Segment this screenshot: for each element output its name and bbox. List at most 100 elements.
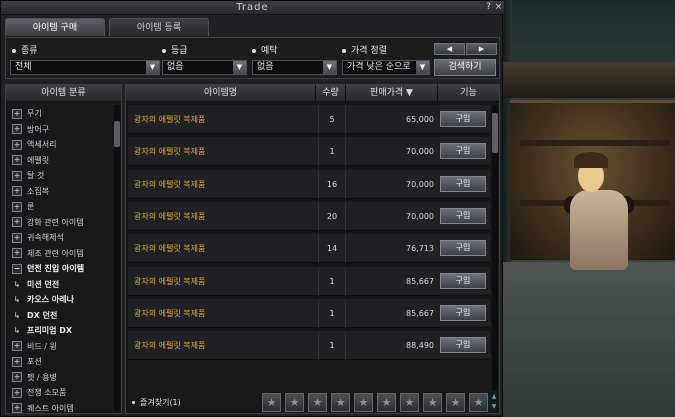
category-item[interactable]: ↳ DX 던전 <box>8 309 112 323</box>
expand-icon[interactable]: + <box>12 372 22 382</box>
table-row[interactable]: 광자의 에펠릿 복제품 16 70,000 구입 <box>128 169 490 199</box>
sort-select[interactable]: 가격 낮은 순으로 ▼ <box>342 60 430 75</box>
buy-button[interactable]: 구입 <box>440 143 486 160</box>
expand-icon[interactable]: + <box>12 356 22 367</box>
collapse-icon[interactable]: − <box>12 263 22 274</box>
category-item[interactable]: + 전쟁 소모품 <box>8 386 112 400</box>
table-row[interactable]: 광자의 에펠릿 복제품 1 85,667 구입 <box>128 266 490 296</box>
buy-button[interactable]: 구입 <box>440 240 486 257</box>
favorite-star-icon[interactable]: ★ <box>285 393 304 412</box>
buy-button[interactable]: 구입 <box>440 304 486 321</box>
column-header-qty[interactable]: 수량 <box>316 85 346 102</box>
window-titlebar[interactable]: Trade ? × <box>1 1 504 15</box>
category-item[interactable]: + 퀘스트 아이템 <box>8 402 112 416</box>
table-row[interactable]: 광자의 에펠릿 복제품 20 70,000 구입 <box>128 201 490 231</box>
favorite-star-icon[interactable]: ★ <box>331 393 350 412</box>
tab-register[interactable]: 아이템 등록 <box>109 18 209 36</box>
category-label: 퀘스트 아이템 <box>27 403 74 413</box>
category-item[interactable]: − 던전 진입 아이템 <box>8 262 112 276</box>
scroll-thumb[interactable] <box>114 121 120 147</box>
favorites-bar: 즐겨찾기(1) ▲ ▼ ★ ★ ★ ★ ★ ★ ★ ★ ★ ★ <box>128 392 498 413</box>
expand-icon[interactable]: + <box>12 232 22 243</box>
expand-icon[interactable]: + <box>12 217 22 227</box>
table-row[interactable]: 광자의 에펠릿 복제품 1 88,490 구입 <box>128 331 490 361</box>
category-label: 귀속해제석 <box>27 233 64 242</box>
expand-icon[interactable]: + <box>12 387 22 398</box>
next-page-button[interactable]: ▶ <box>466 43 497 55</box>
column-header-price[interactable]: 판매가격 ▼ <box>346 85 438 102</box>
table-row[interactable]: 광자의 에펠릿 복제품 1 85,667 구입 <box>128 298 490 328</box>
buy-button[interactable]: 구입 <box>440 272 486 289</box>
category-item[interactable]: + 탈 것 <box>8 169 112 183</box>
expand-icon[interactable]: + <box>12 124 22 134</box>
category-item[interactable]: + 비드 / 윙 <box>8 340 112 354</box>
table-row[interactable]: 광자의 에펠릿 복제품 1 70,000 구입 <box>128 137 490 167</box>
expand-icon[interactable]: + <box>12 341 22 351</box>
expand-icon[interactable]: + <box>12 248 22 258</box>
favorites-down-icon[interactable]: ▼ <box>490 403 498 411</box>
prev-page-button[interactable]: ◀ <box>434 43 465 55</box>
scroll-thumb[interactable] <box>492 113 498 153</box>
listing-scrollbar[interactable] <box>492 105 498 391</box>
category-item[interactable]: + 귀속해제석 <box>8 231 112 245</box>
sub-arrow-icon[interactable]: ↳ <box>12 324 22 338</box>
category-item[interactable]: + 강화 관련 아이템 <box>8 216 112 230</box>
sub-arrow-icon[interactable]: ↳ <box>12 309 22 323</box>
expand-icon[interactable]: + <box>12 155 22 165</box>
favorite-star-icon[interactable]: ★ <box>469 393 488 412</box>
search-button[interactable]: 검색하기 <box>434 59 496 76</box>
npc-merchant[interactable] <box>570 190 628 270</box>
column-header-name[interactable]: 아이템명 <box>126 85 316 102</box>
sub-arrow-icon[interactable]: ↳ <box>12 293 22 307</box>
expand-icon[interactable]: + <box>12 201 22 212</box>
category-item[interactable]: ↳ 미션 던전 <box>8 278 112 292</box>
expand-icon[interactable]: + <box>12 403 22 413</box>
buy-button[interactable]: 구입 <box>440 337 486 354</box>
expand-icon[interactable]: + <box>12 186 22 196</box>
favorite-star-icon[interactable]: ★ <box>354 393 373 412</box>
expand-icon[interactable]: + <box>12 108 22 119</box>
tab-buy[interactable]: 아이템 구매 <box>5 18 105 36</box>
trade-window: Trade ? × 아이템 구매 아이템 등록 종류 등급 예탁 가격 정렬 전… <box>0 0 504 417</box>
category-scrollbar[interactable] <box>114 105 120 411</box>
enchant-filter-label: 예탁 <box>252 43 278 56</box>
category-item[interactable]: + 제조 관련 아이템 <box>8 247 112 261</box>
chevron-down-icon[interactable]: ▼ <box>323 61 336 74</box>
chevron-down-icon[interactable]: ▼ <box>416 61 429 74</box>
favorites-up-icon[interactable]: ▲ <box>490 393 498 401</box>
category-label: 전쟁 소모품 <box>27 388 67 397</box>
category-item[interactable]: + 펫 / 용병 <box>8 371 112 385</box>
category-item[interactable]: ↳ 프리미엄 DX <box>8 324 112 338</box>
enchant-select[interactable]: 없음 ▼ <box>252 60 337 75</box>
category-label: 미션 던전 <box>27 279 60 289</box>
buy-button[interactable]: 구입 <box>440 207 486 224</box>
favorite-star-icon[interactable]: ★ <box>377 393 396 412</box>
category-item[interactable]: + 액세서리 <box>8 138 112 152</box>
grade-select[interactable]: 없음 ▼ <box>162 60 247 75</box>
expand-icon[interactable]: + <box>12 139 22 150</box>
table-row[interactable]: 광자의 에펠릿 복제품 5 65,000 구입 <box>128 105 490 134</box>
table-row[interactable]: 광자의 에펠릿 복제품 14 76,713 구입 <box>128 234 490 264</box>
category-item[interactable]: + 에펠릿 <box>8 154 112 168</box>
category-label: 방어구 <box>27 124 50 134</box>
buy-button[interactable]: 구입 <box>440 111 486 127</box>
category-item[interactable]: + 룬 <box>8 200 112 214</box>
favorite-star-icon[interactable]: ★ <box>446 393 465 412</box>
favorite-star-icon[interactable]: ★ <box>262 393 281 412</box>
category-item[interactable]: + 소집복 <box>8 185 112 199</box>
category-item[interactable]: + 무기 <box>8 107 112 121</box>
chevron-down-icon[interactable]: ▼ <box>233 61 246 74</box>
chevron-down-icon[interactable]: ▼ <box>146 61 159 74</box>
category-label: 룬 <box>27 202 35 211</box>
favorite-star-icon[interactable]: ★ <box>423 393 442 412</box>
buy-button[interactable]: 구입 <box>440 175 486 192</box>
type-select[interactable]: 전체 ▼ <box>10 60 160 75</box>
expand-icon[interactable]: + <box>12 170 22 181</box>
category-item[interactable]: ↳ 카오스 아레나 <box>8 293 112 307</box>
favorite-star-icon[interactable]: ★ <box>308 393 327 412</box>
category-item[interactable]: + 포션 <box>8 355 112 369</box>
close-icon[interactable]: × <box>493 2 504 13</box>
favorite-star-icon[interactable]: ★ <box>400 393 419 412</box>
category-item[interactable]: + 방어구 <box>8 123 112 137</box>
sub-arrow-icon[interactable]: ↳ <box>12 278 22 292</box>
